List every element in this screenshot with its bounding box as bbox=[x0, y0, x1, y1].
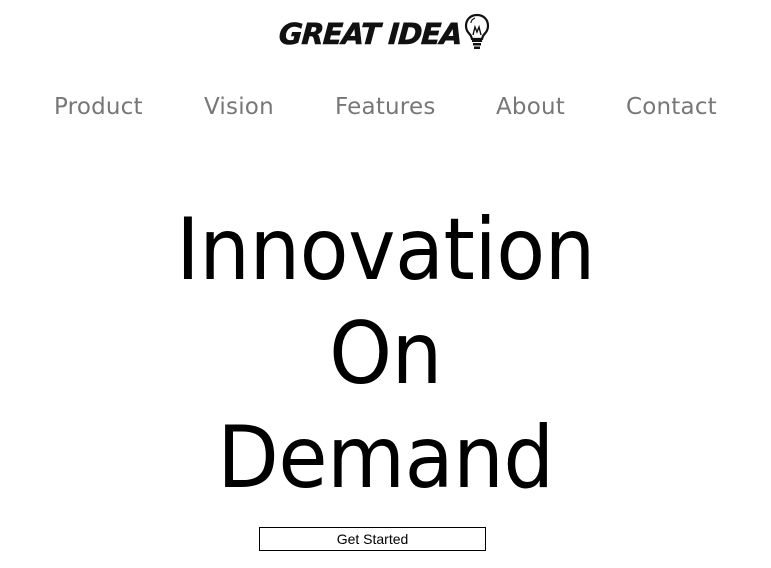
nav-item-contact[interactable]: Contact bbox=[626, 88, 717, 126]
lightbulb-icon bbox=[464, 13, 489, 49]
main-nav: Product Vision Features About Contact bbox=[0, 88, 771, 128]
nav-item-product[interactable]: Product bbox=[54, 88, 143, 126]
hero-line-2: On bbox=[329, 304, 442, 404]
get-started-button[interactable]: Get Started bbox=[259, 527, 486, 551]
hero-headline: Innovation On Demand bbox=[0, 198, 771, 510]
hero-line-1: Innovation bbox=[176, 200, 595, 300]
logo-text: GREAT IDEA bbox=[277, 17, 464, 52]
brand-logo[interactable]: GREAT IDEA bbox=[0, 13, 771, 54]
nav-item-vision[interactable]: Vision bbox=[204, 88, 274, 126]
hero-line-3: Demand bbox=[217, 408, 554, 508]
nav-item-features[interactable]: Features bbox=[335, 88, 436, 126]
nav-item-about[interactable]: About bbox=[496, 88, 565, 126]
